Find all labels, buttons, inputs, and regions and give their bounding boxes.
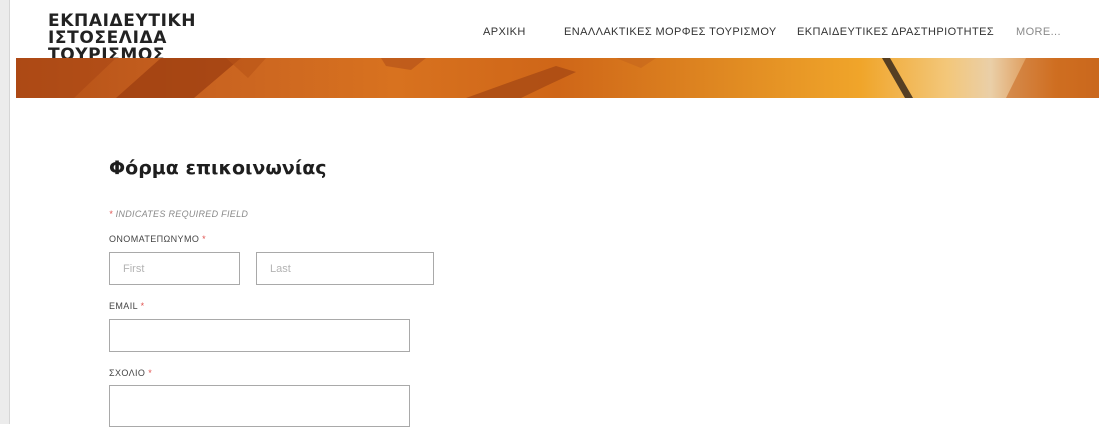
comment-textarea[interactable] [109, 385, 410, 427]
nav-item-alternative-tourism[interactable]: ΕΝΑΛΛΑΚΤΙΚΕΣ ΜΟΡΦΕΣ ΤΟΥΡΙΣΜΟΥ [564, 26, 777, 38]
name-label: ΟΝΟΜΑΤΕΠΩΝΥΜΟ * [109, 234, 206, 244]
required-star: * [140, 301, 145, 311]
header-banner-image [16, 58, 1099, 98]
last-name-input[interactable] [256, 252, 434, 285]
email-input[interactable] [109, 319, 410, 352]
name-label-text: ΟΝΟΜΑΤΕΠΩΝΥΜΟ [109, 234, 200, 244]
email-label: EMAIL * [109, 301, 145, 311]
required-star: * [148, 368, 153, 378]
banner-artwork [16, 58, 1099, 98]
required-star: * [109, 209, 113, 219]
nav-item-home[interactable]: ΑΡΧΙΚΗ [483, 26, 526, 38]
comment-label: ΣΧΟΛΙΟ * [109, 368, 152, 378]
email-label-text: EMAIL [109, 301, 138, 311]
required-field-note: * INDICATES REQUIRED FIELD [109, 209, 248, 219]
required-star: * [202, 234, 207, 244]
first-name-input[interactable] [109, 252, 240, 285]
nav-item-more[interactable]: MORE... [1016, 26, 1061, 38]
main-content: Φόρμα επικοινωνίας * INDICATES REQUIRED … [16, 98, 1099, 427]
site-header: ΕΚΠΑΙΔΕΥΤΙΚΗ ΙΣΤΟΣΕΛΙΔΑ ΤΟΥΡΙΣΜΟΣ ΑΡΧΙΚΗ… [16, 0, 1099, 64]
window-left-edge [0, 0, 10, 424]
main-nav: ΑΡΧΙΚΗ ΕΝΑΛΛΑΚΤΙΚΕΣ ΜΟΡΦΕΣ ΤΟΥΡΙΣΜΟΥ ΕΚΠ… [16, 26, 1099, 40]
comment-label-text: ΣΧΟΛΙΟ [109, 368, 146, 378]
nav-item-educational-activities[interactable]: ΕΚΠΑΙΔΕΥΤΙΚΕΣ ΔΡΑΣΤΗΡΙΟΤΗΤΕΣ [797, 26, 994, 38]
required-note-text: INDICATES REQUIRED FIELD [115, 209, 249, 219]
form-title: Φόρμα επικοινωνίας [109, 157, 327, 179]
